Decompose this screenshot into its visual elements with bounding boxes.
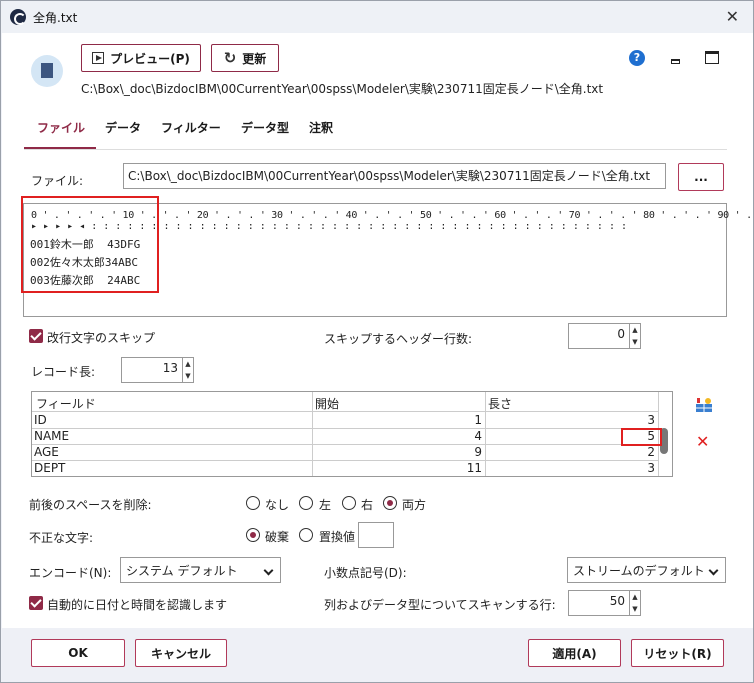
encoding-select[interactable]: システム デフォルト bbox=[120, 557, 281, 583]
tab-file[interactable]: ファイル bbox=[37, 119, 85, 136]
refresh-icon: ↻ bbox=[223, 49, 237, 67]
table-cell-start: 11 bbox=[466, 461, 482, 475]
column-header-start: 開始 bbox=[315, 397, 340, 411]
ok-button[interactable]: OK bbox=[31, 639, 125, 667]
replace-value-input[interactable] bbox=[358, 522, 394, 548]
invalid-chars-label: 不正な文字: bbox=[29, 531, 94, 545]
table-cell-start: 1 bbox=[474, 413, 482, 427]
trim-left-label: 左 bbox=[319, 498, 332, 512]
skip-newline-checkbox[interactable] bbox=[29, 329, 43, 343]
tab-type[interactable]: データ型 bbox=[241, 119, 289, 136]
table-cell-start: 4 bbox=[474, 429, 482, 443]
close-icon[interactable]: ✕ bbox=[726, 7, 739, 26]
decimal-select[interactable]: ストリームのデフォルト bbox=[567, 557, 726, 583]
reset-button[interactable]: リセット(R) bbox=[631, 639, 724, 667]
table-cell-field: ID bbox=[34, 413, 47, 427]
table-cell-field: NAME bbox=[34, 429, 70, 443]
record-length-stepper[interactable]: ▲ ▼ bbox=[182, 357, 194, 383]
fields-table[interactable]: フィールド 開始 長さ ID 1 3 NAME 4 5 AGE 9 2 DEPT… bbox=[31, 391, 673, 477]
encoding-label: エンコード(N): bbox=[29, 566, 112, 580]
tab-filter[interactable]: フィルター bbox=[161, 119, 221, 136]
trim-left-radio[interactable] bbox=[299, 496, 313, 510]
delete-field-icon[interactable]: ✕ bbox=[696, 432, 709, 451]
refresh-button[interactable]: ↻ 更新 bbox=[211, 44, 279, 72]
auto-date-checkbox[interactable] bbox=[29, 596, 43, 610]
table-cell-length: 3 bbox=[647, 413, 655, 427]
file-node-icon bbox=[31, 55, 63, 87]
skip-header-stepper[interactable]: ▲ ▼ bbox=[629, 323, 641, 349]
preview-button[interactable]: プレビュー(P) bbox=[81, 44, 201, 72]
trim-both-label: 両方 bbox=[402, 498, 427, 512]
scan-rows-input[interactable]: 50 bbox=[568, 590, 630, 616]
skip-header-label: スキップするヘッダー行数: bbox=[324, 332, 473, 346]
column-header-length: 長さ bbox=[488, 397, 513, 411]
auto-date-label: 自動的に日付と時間を認識します bbox=[47, 598, 228, 612]
trim-none-radio[interactable] bbox=[246, 496, 260, 510]
file-path-input[interactable]: C:\Box\_doc\BizdocIBM\00CurrentYear\00sp… bbox=[123, 163, 666, 189]
discard-label: 破棄 bbox=[265, 530, 290, 544]
table-cell-field: DEPT bbox=[34, 461, 66, 475]
highlight-box-length bbox=[621, 428, 662, 446]
trim-none-label: なし bbox=[265, 498, 290, 512]
tab-divider bbox=[24, 149, 727, 150]
file-label: ファイル: bbox=[31, 174, 84, 188]
apply-button[interactable]: 適用(A) bbox=[528, 639, 621, 667]
highlight-box-preview bbox=[21, 196, 159, 293]
decimal-label: 小数点記号(D): bbox=[324, 566, 407, 580]
trim-both-radio[interactable] bbox=[383, 496, 397, 510]
trim-right-radio[interactable] bbox=[342, 496, 356, 510]
minimize-icon[interactable] bbox=[671, 59, 680, 64]
window-title: 全角.txt bbox=[33, 11, 78, 25]
browse-button[interactable]: ... bbox=[678, 163, 724, 191]
dialog-window: 全角.txt ✕ プレビュー(P) ↻ 更新 C:\Box\_doc\Bizdo… bbox=[0, 0, 754, 683]
file-path-caption: C:\Box\_doc\BizdocIBM\00CurrentYear\00sp… bbox=[81, 82, 604, 96]
play-icon bbox=[92, 52, 105, 64]
trim-label: 前後のスペースを削除: bbox=[29, 498, 152, 512]
column-header-field: フィールド bbox=[36, 397, 96, 411]
table-cell-length: 3 bbox=[647, 461, 655, 475]
replace-radio[interactable] bbox=[299, 528, 313, 542]
title-bar: 全角.txt ✕ bbox=[1, 1, 753, 33]
table-cell-start: 9 bbox=[474, 445, 482, 459]
skip-newline-label: 改行文字のスキップ bbox=[47, 331, 156, 345]
cancel-button[interactable]: キャンセル bbox=[135, 639, 227, 667]
record-length-input[interactable]: 13 bbox=[121, 357, 183, 383]
add-field-icon[interactable] bbox=[695, 397, 713, 413]
maximize-icon[interactable] bbox=[705, 51, 719, 64]
app-icon bbox=[10, 9, 26, 25]
tab-data[interactable]: データ bbox=[105, 119, 141, 136]
help-icon[interactable]: ? bbox=[629, 50, 645, 66]
table-cell-length: 2 bbox=[647, 445, 655, 459]
record-length-label: レコード長: bbox=[31, 365, 96, 379]
skip-header-input[interactable]: 0 bbox=[568, 323, 630, 349]
discard-radio[interactable] bbox=[246, 528, 260, 542]
trim-right-label: 右 bbox=[361, 498, 374, 512]
scan-rows-label: 列およびデータ型についてスキャンする行: bbox=[324, 598, 556, 612]
tab-annotations[interactable]: 注釈 bbox=[309, 119, 333, 136]
table-cell-field: AGE bbox=[34, 445, 59, 459]
replace-label: 置換値 bbox=[319, 530, 356, 544]
scan-rows-stepper[interactable]: ▲ ▼ bbox=[629, 590, 641, 616]
